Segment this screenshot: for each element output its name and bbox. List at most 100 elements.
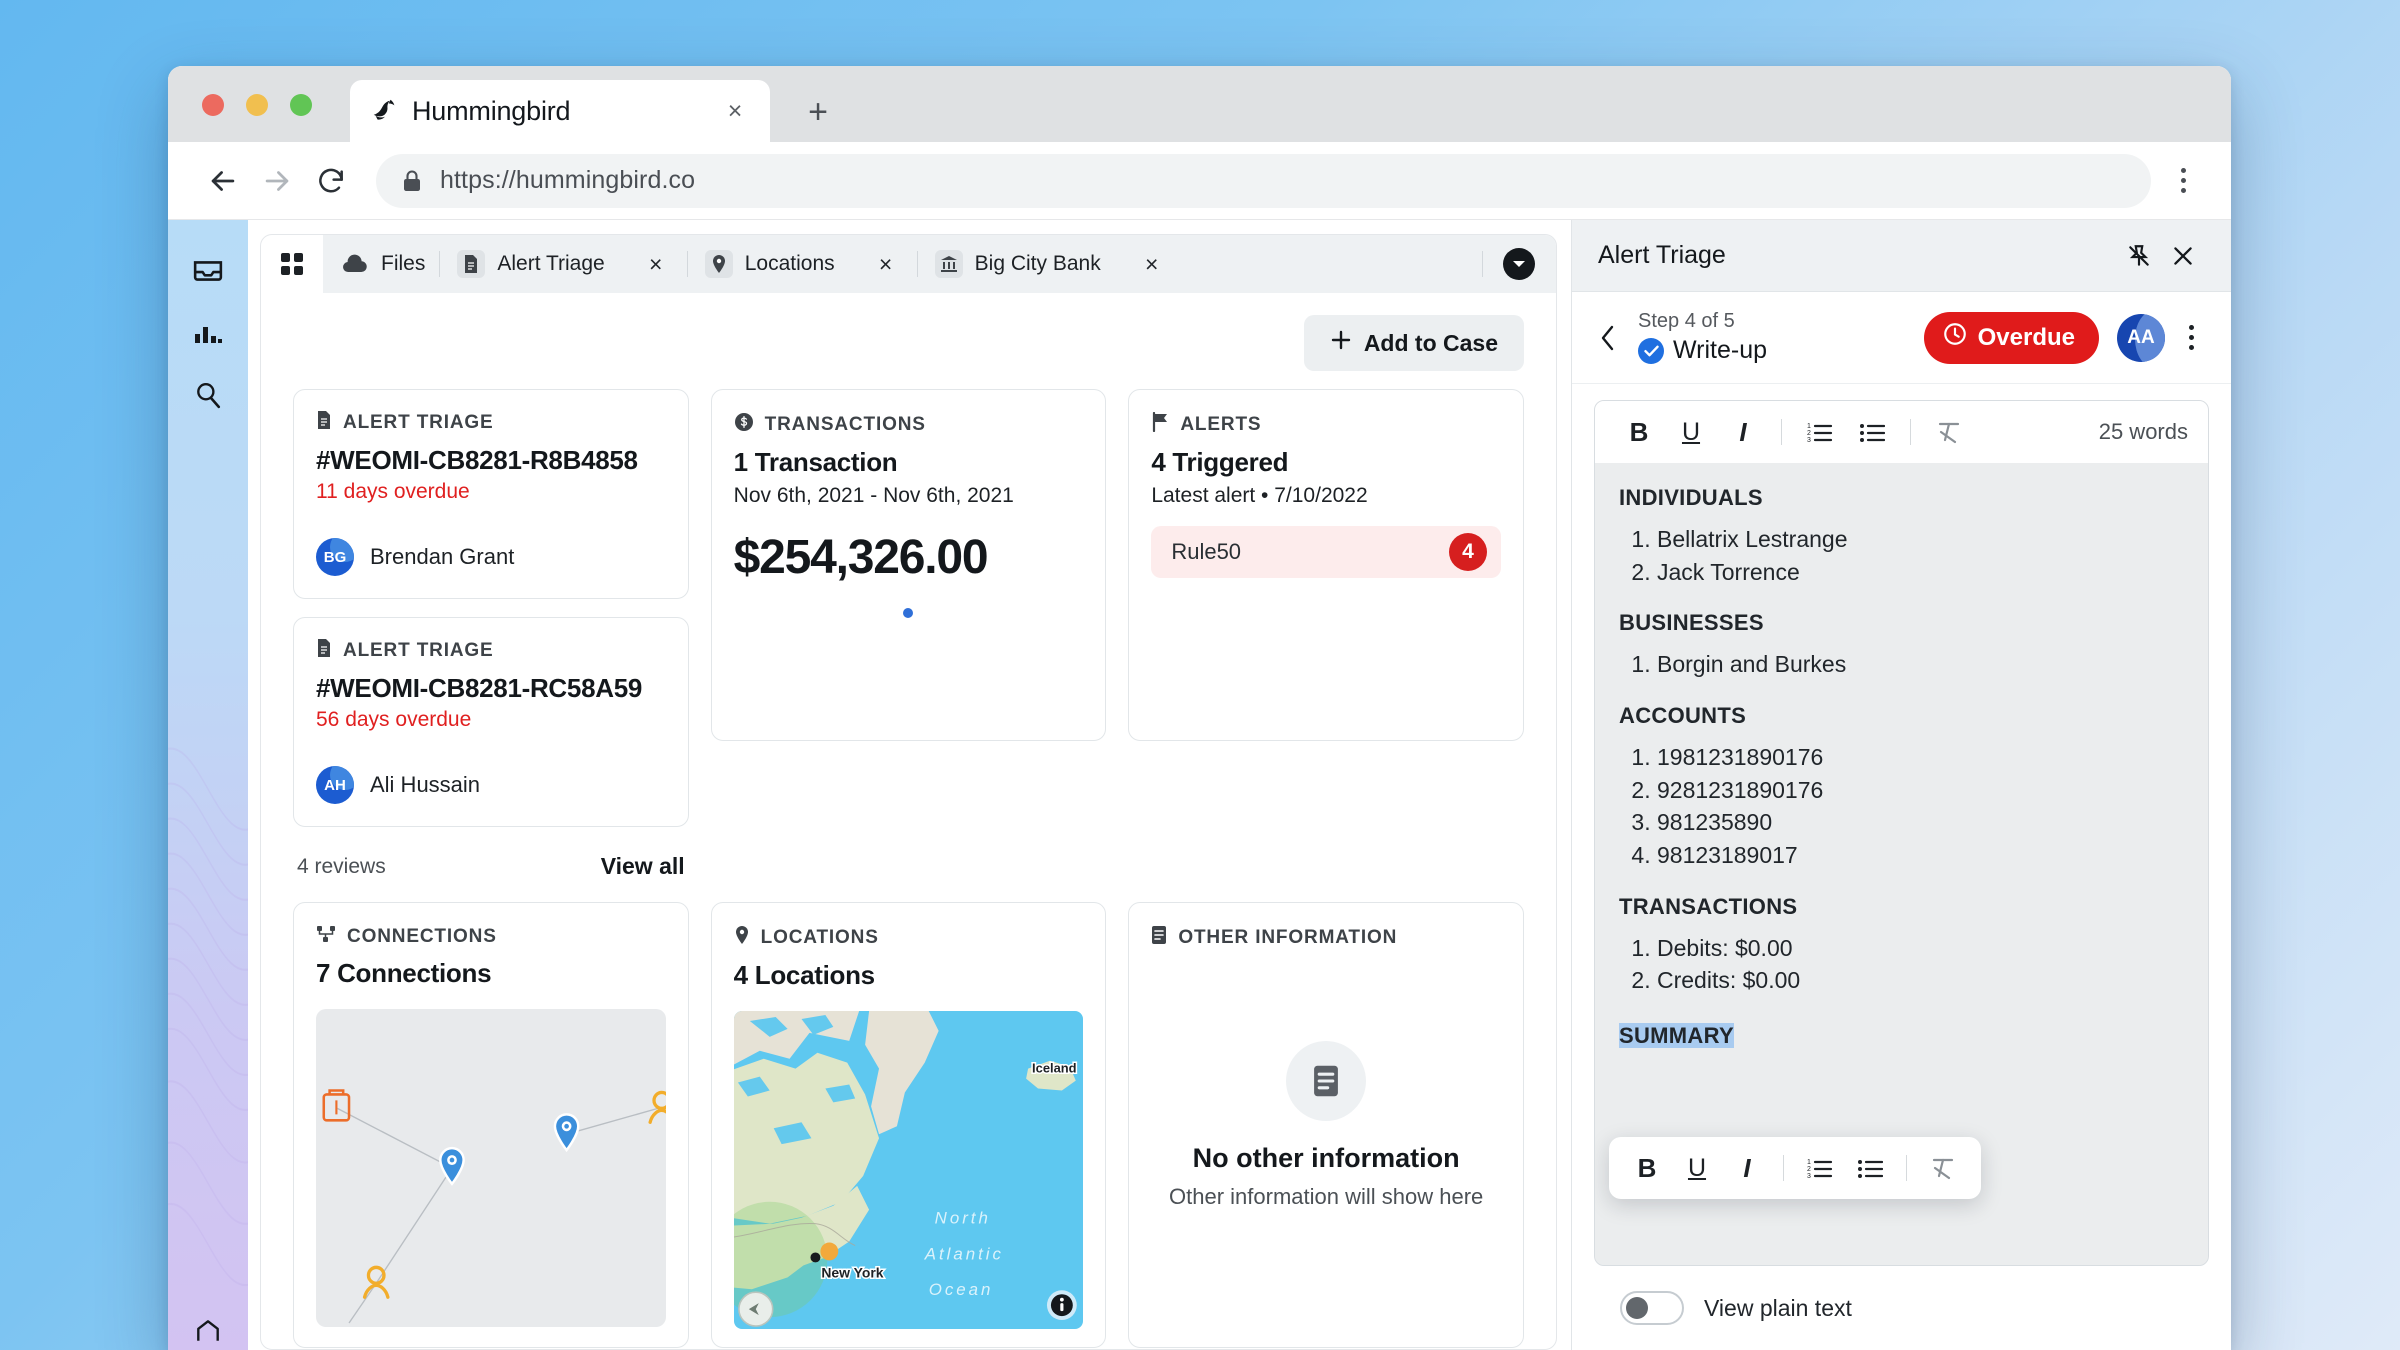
underline-icon[interactable]: U — [1667, 408, 1715, 456]
close-icon[interactable] — [2161, 234, 2205, 278]
connections-graph[interactable] — [316, 1009, 666, 1327]
tab-label: Alert Triage — [497, 252, 605, 275]
avatar[interactable]: AA — [2117, 313, 2165, 362]
card-kicker: TRANSACTIONS — [764, 413, 926, 435]
kebab-menu-icon[interactable] — [2173, 314, 2209, 362]
ordered-list-icon[interactable]: 123 — [1796, 408, 1844, 456]
alert-triage-card[interactable]: ALERT TRIAGE #WEOMI-CB8281-RC58A59 56 da… — [293, 617, 689, 827]
bullet-list-icon[interactable] — [1848, 408, 1896, 456]
transactions-card[interactable]: TRANSACTIONS 1 Transaction Nov 6th, 2021… — [710, 389, 1107, 741]
sidebar-item-inbox[interactable] — [168, 242, 248, 304]
underline-icon[interactable]: U — [1673, 1144, 1721, 1192]
reviews-count: 4 reviews — [297, 854, 386, 878]
editor-body[interactable]: INDIVIDUALS Bellatrix Lestrange Jack Tor… — [1595, 463, 2208, 1265]
bullet-list-icon[interactable] — [1846, 1144, 1894, 1192]
chevron-left-icon[interactable] — [1588, 318, 1628, 358]
card-kicker: CONNECTIONS — [347, 925, 497, 947]
card-kicker: ALERT TRIAGE — [343, 411, 494, 433]
italic-icon[interactable]: I — [1719, 408, 1767, 456]
list-item: Credits: $0.00 — [1657, 964, 2184, 997]
bold-icon[interactable]: B — [1623, 1144, 1671, 1192]
editor-toolbar: B U I 123 25 words — [1595, 401, 2208, 463]
svg-text:3: 3 — [1807, 437, 1811, 444]
reload-button[interactable] — [304, 154, 358, 208]
card-kicker: LOCATIONS — [760, 926, 879, 948]
overdue-text: 56 days overdue — [316, 708, 472, 731]
selected-text[interactable]: SUMMARY — [1619, 1022, 1734, 1048]
forward-button — [250, 154, 304, 208]
browser-url-bar: https://hummingbird.co — [168, 142, 2231, 220]
view-all-link[interactable]: View all — [601, 853, 685, 880]
svg-text:North: North — [934, 1209, 990, 1228]
svg-text:New York: New York — [821, 1264, 883, 1280]
unpin-icon[interactable] — [2117, 234, 2161, 278]
transactions-title: 1 Transaction — [733, 447, 898, 477]
maximize-window-button[interactable] — [290, 94, 312, 116]
list-item: 98123189017 — [1657, 839, 2184, 872]
grid-view-button[interactable] — [261, 235, 323, 293]
italic-icon[interactable]: I — [1723, 1144, 1771, 1192]
alert-rule-row[interactable]: Rule50 4 — [1151, 526, 1501, 578]
notes-icon — [1286, 1040, 1367, 1121]
clear-formatting-icon[interactable] — [1919, 1144, 1967, 1192]
browser-tab-close-icon[interactable]: × — [718, 94, 752, 128]
locations-map[interactable]: Iceland New York North Atlantic Ocean — [733, 1011, 1084, 1329]
workspace: Files Alert Triage × Locations × Big Cit… — [248, 220, 2231, 1350]
other-information-card[interactable]: OTHER INFORMATION No other information O… — [1128, 902, 1524, 1348]
section-list: 1981231890176 9281231890176 981235890 98… — [1619, 741, 2184, 872]
check-circle-icon — [1638, 337, 1664, 364]
browser-tab-bar: Hummingbird × + — [168, 66, 2231, 142]
minimize-window-button[interactable] — [246, 94, 268, 116]
tab-close-icon[interactable]: × — [869, 247, 903, 281]
tab-alert-triage[interactable]: Alert Triage × — [439, 235, 686, 293]
tab-label: Big City Bank — [974, 252, 1101, 275]
new-tab-button[interactable]: + — [800, 94, 836, 130]
panel-footer: View plain text — [1594, 1266, 2209, 1350]
add-to-case-button[interactable]: Add to Case — [1303, 315, 1524, 371]
search-icon — [194, 381, 222, 414]
view-plain-text-toggle[interactable] — [1620, 1291, 1684, 1325]
chevron-down-icon — [1503, 248, 1535, 280]
clear-formatting-icon[interactable] — [1925, 408, 1973, 456]
tab-big-city-bank[interactable]: Big City Bank × — [916, 235, 1183, 293]
connections-title: 7 Connections — [316, 958, 492, 988]
transactions-sparkline — [734, 585, 1084, 641]
connections-card[interactable]: CONNECTIONS 7 Connections — [293, 902, 689, 1348]
app-rail-sidebar — [168, 220, 248, 1350]
analytics-icon — [194, 322, 222, 349]
window-controls[interactable] — [202, 94, 312, 116]
ordered-list-icon[interactable]: 123 — [1796, 1144, 1844, 1192]
card-header: CONNECTIONS — [316, 925, 666, 948]
svg-text:1: 1 — [1807, 423, 1811, 430]
back-button[interactable] — [196, 154, 250, 208]
flag-icon — [1151, 411, 1169, 437]
panel-title: Alert Triage — [1598, 241, 1726, 269]
app-tab-strip: Files Alert Triage × Locations × Big Cit… — [261, 235, 1556, 293]
browser-menu-button[interactable] — [2163, 154, 2203, 208]
close-window-button[interactable] — [202, 94, 224, 116]
alert-rule-name: Rule50 — [1171, 539, 1242, 564]
tab-close-icon[interactable]: × — [1135, 247, 1169, 281]
alert-triage-card[interactable]: ALERT TRIAGE #WEOMI-CB8281-R8B4858 11 da… — [293, 389, 689, 599]
browser-tab[interactable]: Hummingbird × — [350, 80, 770, 142]
step-counter: Step 4 of 5 — [1638, 310, 1735, 332]
tab-locations[interactable]: Locations × — [686, 235, 917, 293]
word-count: 25 words — [2098, 419, 2188, 444]
sidebar-item-analytics[interactable] — [168, 304, 248, 366]
card-kicker: ALERTS — [1180, 413, 1262, 435]
sidebar-item-search[interactable] — [168, 366, 248, 428]
alert-rule-count-badge: 4 — [1448, 533, 1487, 571]
card-header: OTHER INFORMATION — [1151, 925, 1501, 950]
locations-card[interactable]: LOCATIONS 4 Locations Iceland New York N… — [710, 902, 1107, 1348]
alerts-card[interactable]: ALERTS 4 Triggered Latest alert • 7/10/2… — [1128, 389, 1524, 741]
write-up-editor[interactable]: B U I 123 25 words INDIVIDUALS 1. Bellat… — [1594, 400, 2209, 1266]
tab-files[interactable]: Files — [323, 235, 439, 293]
tab-close-icon[interactable]: × — [639, 247, 673, 281]
bold-icon[interactable]: B — [1615, 408, 1663, 456]
url-input[interactable]: https://hummingbird.co — [376, 153, 2151, 208]
list-item: Bellatrix Lestrange — [1657, 523, 2184, 556]
status-badge[interactable]: Overdue — [1923, 311, 2099, 364]
sidebar-item-home[interactable] — [168, 1290, 248, 1350]
more-tabs-button[interactable] — [1482, 235, 1556, 293]
map-pin-icon — [734, 925, 750, 950]
